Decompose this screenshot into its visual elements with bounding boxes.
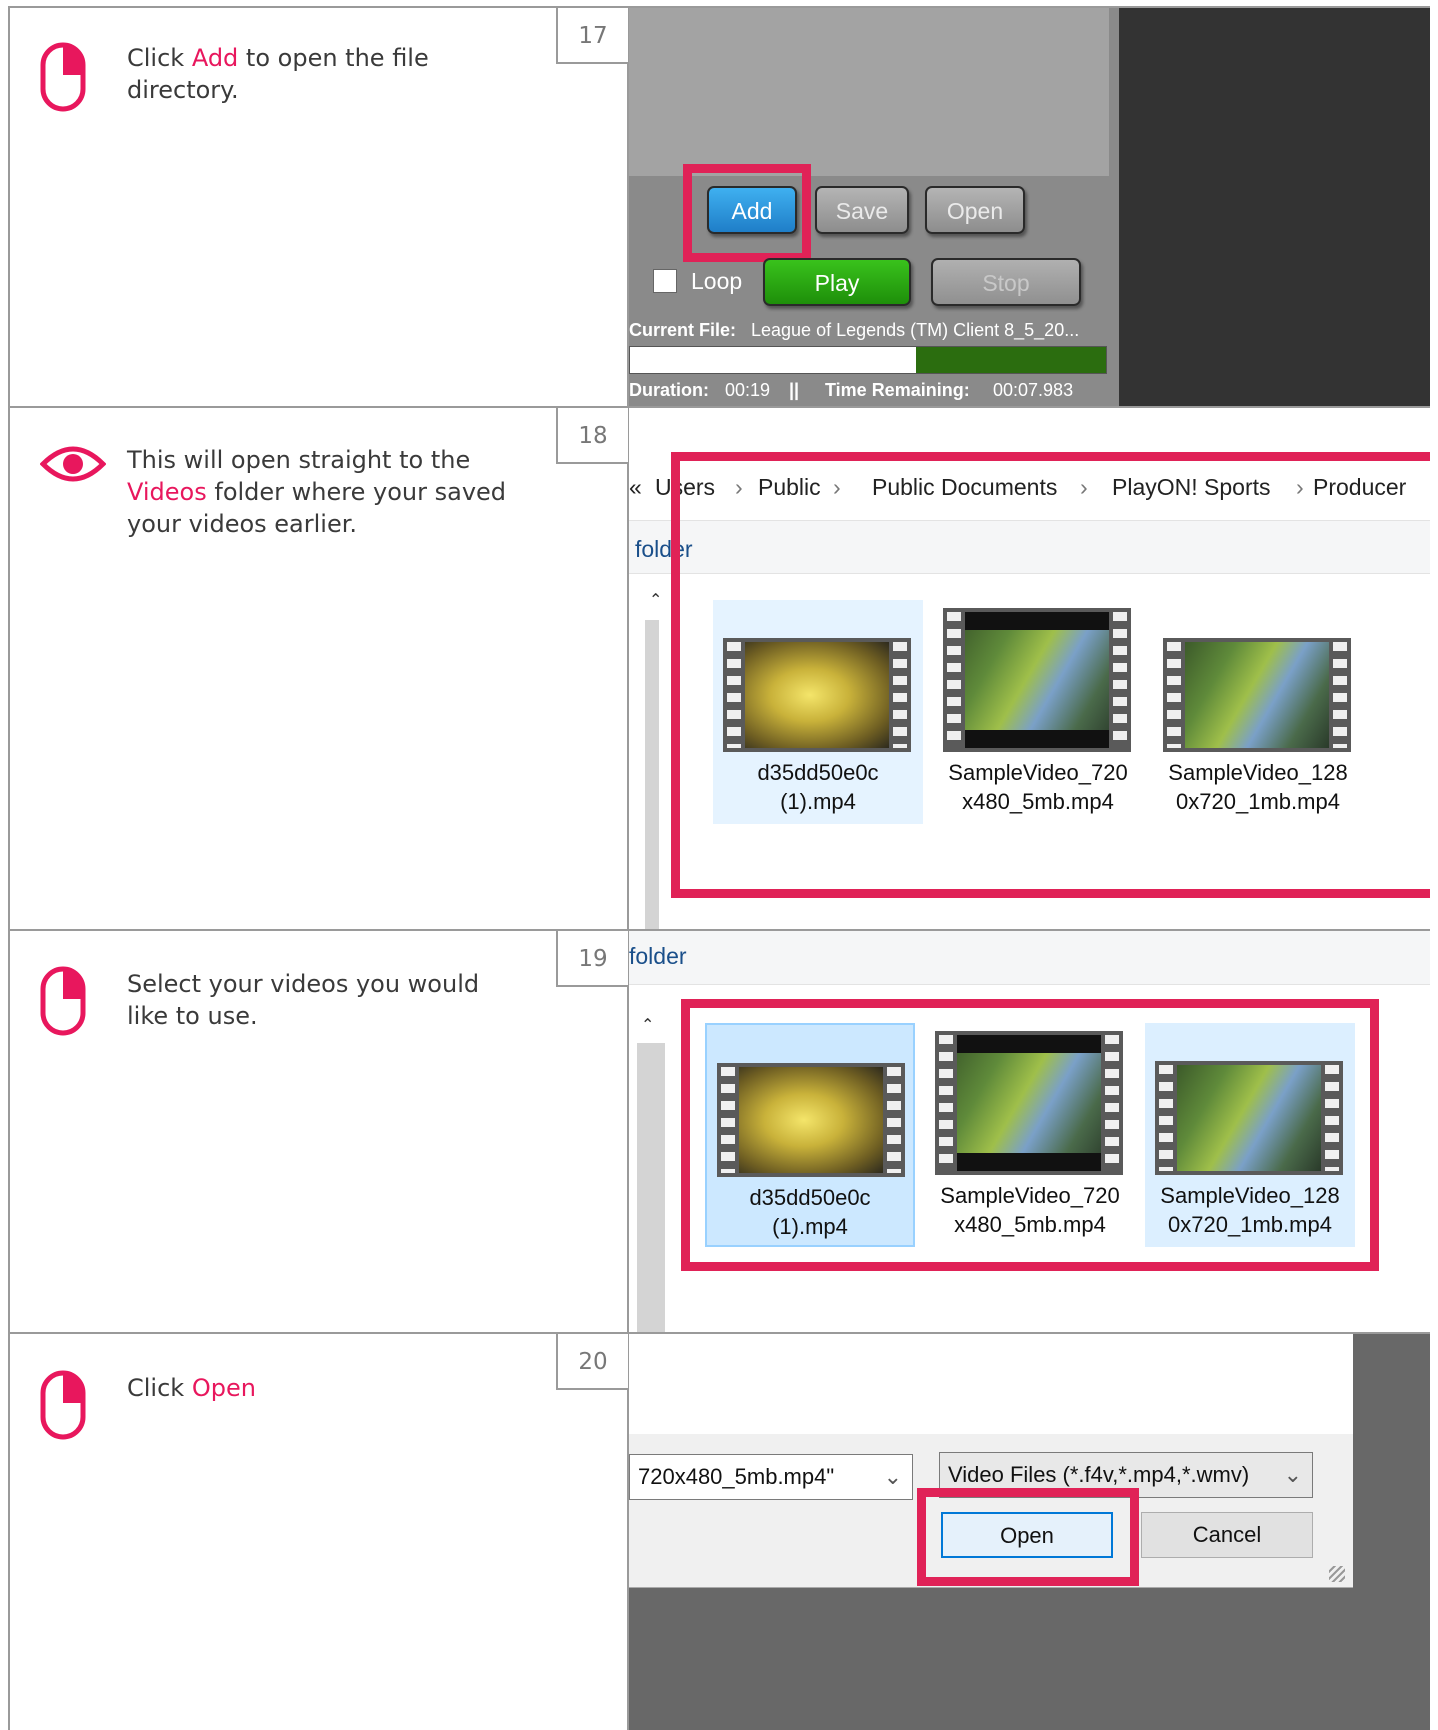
eye-icon: [40, 446, 106, 482]
breadcrumb-overflow[interactable]: «: [629, 474, 642, 501]
remaining-label: Time Remaining:: [825, 380, 970, 400]
instruction-prefix: Click: [127, 1374, 192, 1402]
progress-bar[interactable]: [629, 346, 1107, 374]
instruction-prefix: This will open straight to the: [127, 446, 471, 474]
highlight-box: [917, 1488, 1139, 1586]
mouse-icon: [40, 1370, 86, 1440]
instruction-text: Click Add to open the file directory.: [127, 42, 527, 106]
remaining-value: 00:07.983: [993, 380, 1074, 400]
highlight-box: [681, 999, 1379, 1271]
file-type-value: Video Files (*.f4v,*.mp4,*.wmv): [948, 1462, 1250, 1487]
loop-checkbox[interactable]: [653, 269, 677, 293]
open-button[interactable]: Open: [925, 186, 1025, 234]
screenshot-explorer: folder ⌃ d35dd50e0c (1).mp4 SampleVideo_7…: [629, 931, 1430, 1332]
screenshot-explorer: « Users › Public › Public Documents › Pl…: [629, 408, 1430, 929]
video-preview-area: [1119, 8, 1430, 406]
mouse-icon: [40, 966, 86, 1036]
scroll-up-icon[interactable]: ⌃: [641, 1015, 654, 1034]
instruction-highlight: Open: [191, 1374, 256, 1402]
new-folder-button[interactable]: folder: [629, 943, 687, 970]
chevron-down-icon: ⌄: [1283, 1462, 1302, 1487]
filename-value: 720x480_5mb.mp4": [638, 1464, 835, 1489]
step-number: 17: [556, 8, 628, 64]
screenshot-open-dialog: 720x480_5mb.mp4" ⌄ Video Files (*.f4v,*.…: [629, 1334, 1430, 1730]
progress-fill: [915, 347, 1106, 373]
highlight-box: [683, 164, 811, 262]
mouse-icon: [40, 42, 86, 112]
instruction-prefix: Click: [127, 44, 192, 72]
instruction-text: Select your videos you would like to use…: [127, 968, 527, 1032]
separator: ||: [789, 380, 800, 400]
instruction-text: This will open straight to the Videos fo…: [127, 444, 527, 540]
screenshot-player: Add Save Open Loop Play Stop Current Fil…: [629, 8, 1430, 406]
current-file-label: Current File:: [629, 320, 737, 340]
duration-value: 00:19: [725, 380, 771, 400]
chevron-down-icon: ⌄: [883, 1464, 902, 1489]
save-button[interactable]: Save: [815, 186, 909, 234]
duration-label: Duration:: [629, 380, 709, 400]
instruction-prefix: Select your videos you would like to use…: [127, 970, 480, 1030]
instruction-text: Click Open: [127, 1372, 527, 1404]
nav-scrollbar[interactable]: [637, 1043, 665, 1332]
nav-scrollbar[interactable]: [645, 620, 659, 929]
filename-input[interactable]: 720x480_5mb.mp4" ⌄: [629, 1454, 913, 1500]
instruction-highlight: Videos: [127, 478, 207, 506]
stop-button[interactable]: Stop: [931, 258, 1081, 306]
current-file-value: League of Legends (TM) Client 8_5_20...: [751, 320, 1080, 340]
step-number: 19: [556, 931, 628, 987]
scroll-up-icon[interactable]: ⌃: [649, 590, 662, 609]
cancel-button[interactable]: Cancel: [1141, 1512, 1313, 1558]
step-number: 20: [556, 1334, 628, 1390]
play-button[interactable]: Play: [763, 258, 911, 306]
step-number: 18: [556, 408, 628, 464]
highlight-box: [671, 452, 1430, 898]
explorer-toolbar: [629, 931, 1430, 985]
loop-label: Loop: [691, 268, 743, 294]
instruction-highlight: Add: [191, 44, 239, 72]
resize-grip-icon[interactable]: [1329, 1566, 1345, 1582]
playlist-area: [629, 8, 1109, 176]
